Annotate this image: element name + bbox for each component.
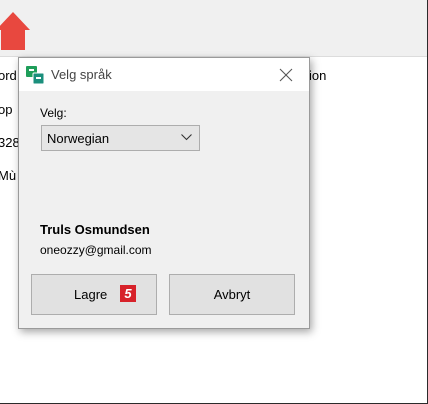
cancel-button[interactable]: Avbryt bbox=[169, 274, 295, 315]
background-text-4: Mù bbox=[0, 168, 17, 183]
cancel-button-label: Avbryt bbox=[213, 287, 251, 302]
toolbar bbox=[0, 0, 427, 57]
dialog-content: Velg: Norwegian Truls Osmundsen oneozzy@… bbox=[19, 91, 309, 328]
home-icon[interactable] bbox=[0, 6, 30, 50]
step-badge: 5 bbox=[120, 285, 136, 302]
language-select[interactable]: Norwegian bbox=[41, 125, 200, 151]
user-name: Truls Osmundsen bbox=[40, 222, 150, 237]
background-text-3: 328 bbox=[0, 135, 20, 150]
background-text-1: ord bbox=[0, 68, 17, 83]
close-button[interactable] bbox=[263, 58, 309, 91]
background-text-5: ion bbox=[309, 68, 327, 83]
save-button[interactable]: Lagre 5 bbox=[31, 274, 157, 315]
dialog-titlebar[interactable]: Velg språk bbox=[19, 58, 309, 91]
background-text-2: op bbox=[0, 102, 13, 117]
user-email: oneozzy@gmail.com bbox=[40, 243, 152, 257]
save-button-label: Lagre bbox=[74, 287, 108, 302]
chevron-down-icon bbox=[181, 134, 192, 141]
language-dialog: Velg språk Velg: Norwegian Truls Osmunds… bbox=[18, 57, 310, 329]
close-icon bbox=[279, 68, 293, 82]
language-translate-icon bbox=[25, 65, 45, 85]
language-label: Velg: bbox=[40, 106, 67, 120]
dialog-title: Velg språk bbox=[51, 67, 112, 82]
language-select-value: Norwegian bbox=[47, 131, 110, 146]
